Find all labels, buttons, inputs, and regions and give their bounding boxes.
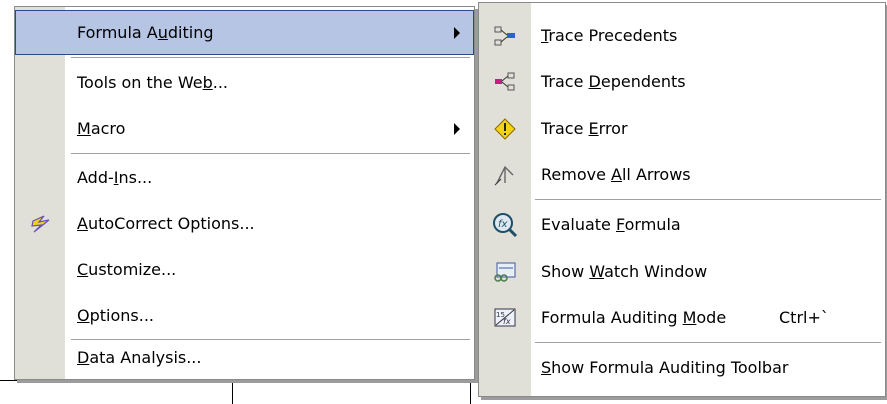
menu-item-shortcut: Ctrl+` [779,308,829,327]
trace-dependents-icon [487,59,523,104]
menu-item-trace-precedents[interactable]: Trace Precedents [479,13,885,58]
menu-separator [535,199,881,200]
menu-item-trace-error[interactable]: Trace Error [479,106,885,151]
menu-item-label: Customize... [77,260,177,279]
menu-item-autocorrect-options[interactable]: AutoCorrect Options... [15,201,474,246]
menu-item-label: Add-Ins... [77,168,153,187]
menu-item-label: Formula Auditing [77,23,214,42]
menu-item-label: Macro [77,119,126,138]
evaluate-formula-icon: fx [487,202,523,247]
menu-item-label: Options... [77,306,154,325]
trace-error-icon [487,106,523,151]
submenu-arrow-icon [454,26,460,39]
svg-text:fx: fx [498,219,508,230]
menu-item-label: Tools on the Web... [77,73,229,92]
menu-item-label: Trace Dependents [541,72,686,91]
menu-item-add-ins[interactable]: Add-Ins... [15,155,474,200]
auditing-mode-icon: 15 fx [487,295,523,340]
menu-item-label: Trace Precedents [541,26,678,45]
menu-item-show-formula-auditing-toolbar[interactable]: Show Formula Auditing Toolbar [479,345,885,390]
menu-item-label: Show Watch Window [541,262,708,281]
menu-item-trace-dependents[interactable]: Trace Dependents [479,59,885,104]
menu-item-evaluate-formula[interactable]: fx Evaluate Formula [479,202,885,247]
submenu-arrow-icon [454,122,460,135]
menu-item-tools-on-the-web[interactable]: Tools on the Web... [15,60,474,105]
grid-line [232,380,233,404]
watch-window-icon [487,249,523,294]
autocorrect-lightning-icon [23,201,59,246]
menu-separator [71,153,470,154]
menu-item-label: Show Formula Auditing Toolbar [541,358,789,377]
menu-separator [535,342,881,343]
menu-item-data-analysis[interactable]: Data Analysis... [15,335,474,380]
menu-separator [71,57,470,58]
menu-item-label: Remove All Arrows [541,165,691,184]
menu-item-macro[interactable]: Macro [15,106,474,151]
menu-item-formula-auditing-mode[interactable]: 15 fx Formula Auditing Mode Ctrl+` [479,295,885,340]
menu-item-show-watch-window[interactable]: Show Watch Window [479,249,885,294]
trace-precedents-icon [487,13,523,58]
menu-item-label: Trace Error [541,119,628,138]
menu-item-customize[interactable]: Customize... [15,247,474,292]
remove-arrows-icon [487,152,523,197]
menu-item-label: Evaluate Formula [541,215,681,234]
menu-item-label: Data Analysis... [77,348,202,367]
menu-item-label: AutoCorrect Options... [77,214,255,233]
menu-item-label: Formula Auditing Mode [541,308,727,327]
menu-item-options[interactable]: Options... [15,293,474,338]
menu-item-remove-all-arrows[interactable]: Remove All Arrows [479,152,885,197]
menu-item-formula-auditing[interactable]: Formula Auditing [15,10,474,55]
grid-line [470,380,471,404]
grid-line [0,380,480,381]
formula-auditing-submenu: Trace Precedents Trace Dependents Trace … [478,2,886,397]
tools-menu: Formula Auditing Tools on the Web... Mac… [14,6,475,380]
